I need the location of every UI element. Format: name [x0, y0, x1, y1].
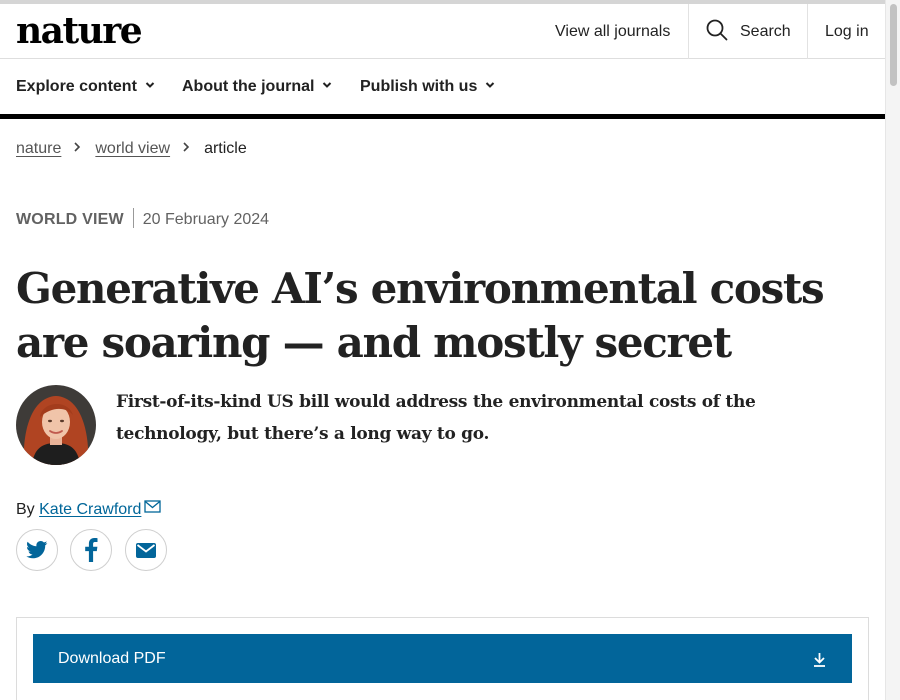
download-pdf-button[interactable]: Download PDF: [33, 634, 852, 683]
author-link[interactable]: Kate Crawford: [39, 501, 141, 518]
breadcrumb-nature[interactable]: nature: [16, 140, 61, 157]
share-facebook-button[interactable]: [70, 529, 112, 571]
article-title: Generative AI’s environmental costs are …: [16, 264, 825, 367]
article-meta: World View 20 February 2024: [16, 208, 270, 230]
main-nav: Explore content About the journal Publis…: [0, 60, 885, 114]
email-icon: [136, 542, 156, 558]
chevron-right-icon: [183, 142, 190, 152]
chevron-down-icon: [486, 82, 495, 89]
nav-item-label: About the journal: [182, 78, 315, 95]
share-email-button[interactable]: [125, 529, 167, 571]
byline: By Kate Crawford: [16, 500, 162, 520]
nav-about-the-journal[interactable]: About the journal: [182, 60, 332, 114]
site-header: nature View all journals Search Log in: [0, 4, 885, 59]
search-label: Search: [740, 23, 791, 40]
chevron-down-icon: [145, 82, 155, 89]
breadcrumb: nature world view article: [16, 139, 247, 159]
chevron-right-icon: [74, 142, 81, 152]
nav-rule: [0, 114, 885, 119]
download-icon: [814, 653, 825, 667]
header-divider: [688, 4, 689, 59]
meta-divider: [132, 208, 134, 229]
header-divider: [807, 4, 808, 59]
nav-item-label: Publish with us: [360, 78, 478, 95]
article-type: World View: [16, 211, 124, 228]
scrollbar-thumb[interactable]: [890, 4, 897, 86]
download-pdf-box: Download PDF: [16, 617, 869, 700]
breadcrumb-current: article: [204, 140, 247, 157]
byline-prefix: By: [16, 501, 35, 518]
nav-explore-content[interactable]: Explore content: [16, 60, 155, 114]
publish-date: 20 February 2024: [142, 211, 270, 228]
search-button[interactable]: Search: [706, 4, 791, 59]
nav-publish-with-us[interactable]: Publish with us: [360, 60, 495, 114]
nav-item-label: Explore content: [16, 78, 137, 95]
page-scrollbar[interactable]: [885, 0, 900, 700]
breadcrumb-world-view[interactable]: world view: [95, 140, 170, 157]
facebook-icon: [85, 538, 98, 562]
twitter-icon: [26, 541, 48, 559]
chevron-down-icon: [323, 82, 332, 89]
author-photo: [16, 385, 96, 465]
nature-logo[interactable]: nature: [16, 9, 143, 53]
search-icon: [706, 19, 728, 41]
article-standfirst: First-of-its-kind US bill would address …: [116, 392, 756, 444]
download-pdf-label: Download PDF: [58, 650, 166, 667]
view-all-journals-link[interactable]: View all journals: [555, 4, 670, 59]
login-link[interactable]: Log in: [825, 4, 869, 59]
share-twitter-button[interactable]: [16, 529, 58, 571]
author-email-icon[interactable]: [144, 500, 162, 513]
